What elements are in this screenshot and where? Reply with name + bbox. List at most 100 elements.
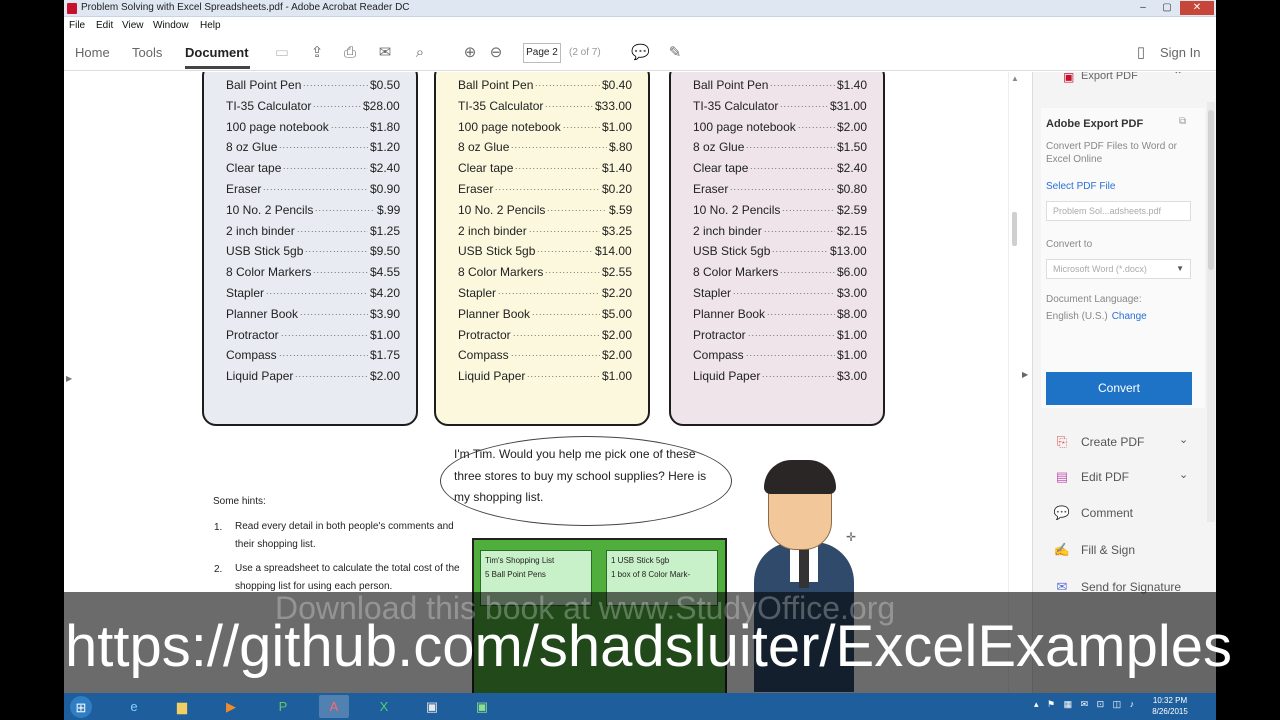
- leader-dots: ........................................…: [535, 78, 600, 88]
- page-down-icon[interactable]: ⊖: [487, 44, 505, 62]
- tab-tools[interactable]: Tools: [132, 45, 162, 60]
- item-name: Stapler: [693, 286, 732, 300]
- leader-dots: ........................................…: [750, 161, 835, 172]
- tool-fill-sign[interactable]: ✍ Fill & Sign: [1053, 540, 1193, 562]
- item-price: $0.50: [370, 78, 401, 92]
- windows-taskbar: ⊞ e ▆ ▶ P A X ▣ ▣ ▴ ⚑ ▦ ✉ ⊡ ◫ ♪ 10:32 PM…: [64, 693, 1216, 720]
- clock[interactable]: 10:32 PM 8/26/2015: [1150, 695, 1190, 717]
- page-number-input[interactable]: Page 2: [523, 43, 561, 63]
- item-price: $1.00: [370, 327, 401, 342]
- item-price: $1.40: [602, 161, 633, 176]
- close-button[interactable]: ✕: [1180, 1, 1214, 15]
- tool-edit-pdf[interactable]: ▤ Edit PDF ⌄: [1053, 467, 1193, 489]
- item-name: Protractor: [458, 327, 511, 342]
- item-name: 10 No. 2 Pencils: [458, 202, 546, 217]
- price-list-item: Liquid Paper............................…: [226, 369, 400, 385]
- item-price: $1.00: [602, 369, 633, 384]
- project-icon[interactable]: P: [268, 695, 298, 718]
- convert-to-dropdown[interactable]: Microsoft Word (*.docx) ▼: [1046, 259, 1191, 279]
- internet-explorer-icon[interactable]: e: [119, 695, 149, 718]
- menu-help[interactable]: Help: [200, 20, 221, 31]
- tool-comment[interactable]: 💬 Comment: [1053, 503, 1193, 525]
- selected-file-field[interactable]: Problem Sol...adsheets.pdf: [1046, 201, 1191, 221]
- select-pdf-link[interactable]: Select PDF File: [1046, 181, 1115, 192]
- item-price: $2.40: [837, 161, 868, 176]
- item-name: 2 inch binder: [458, 223, 527, 238]
- app-icon-2[interactable]: ▣: [467, 695, 497, 718]
- pane-scrollbar-thumb[interactable]: [1208, 110, 1214, 270]
- tool-label: Comment: [1081, 506, 1134, 520]
- chevron-down-icon[interactable]: ⌄: [1179, 468, 1188, 481]
- item-price: $2.00: [602, 348, 633, 363]
- leader-dots: ........................................…: [279, 348, 368, 359]
- leader-dots: ........................................…: [511, 140, 607, 151]
- price-list-item: Clear tape..............................…: [458, 161, 632, 177]
- maximize-button[interactable]: ▢: [1156, 1, 1178, 15]
- leader-dots: ........................................…: [730, 182, 835, 192]
- price-list-item: Stapler.................................…: [458, 286, 632, 302]
- menu-window[interactable]: Window: [153, 20, 189, 31]
- start-button[interactable]: ⊞: [70, 696, 92, 718]
- price-list-item: USB Stick 5gb...........................…: [693, 244, 867, 260]
- item-price: $.80: [609, 140, 633, 155]
- chevron-down-icon[interactable]: ⌄: [1179, 433, 1188, 446]
- page-up-icon[interactable]: ⊕: [461, 44, 479, 62]
- leader-dots: ........................................…: [515, 161, 600, 172]
- file-explorer-icon[interactable]: ▆: [167, 695, 197, 718]
- item-name: Protractor: [226, 327, 279, 342]
- language-value: English (U.S.): [1046, 311, 1108, 322]
- item-name: 8 oz Glue: [226, 140, 278, 155]
- tab-home[interactable]: Home: [75, 45, 110, 60]
- excel-icon[interactable]: X: [369, 695, 399, 718]
- leader-dots: ........................................…: [746, 140, 835, 151]
- menu-bar: File Edit View Window Help: [64, 17, 1216, 35]
- item-price: $6.00: [837, 265, 868, 280]
- minimize-button[interactable]: –: [1132, 1, 1154, 15]
- media-player-icon[interactable]: ▶: [216, 695, 246, 718]
- price-list-item: Stapler.................................…: [693, 286, 867, 302]
- menu-view[interactable]: View: [122, 20, 144, 31]
- menu-edit[interactable]: Edit: [96, 20, 113, 31]
- mail-icon[interactable]: ✉: [376, 44, 394, 62]
- left-panel-toggle-icon[interactable]: ▶: [66, 374, 72, 383]
- acrobat-icon[interactable]: A: [319, 695, 349, 718]
- scrollbar-thumb[interactable]: [1012, 212, 1017, 246]
- language-label: Document Language:: [1046, 294, 1142, 305]
- price-list-item: Eraser..................................…: [226, 182, 400, 198]
- item-name: 2 inch binder: [226, 223, 295, 238]
- change-language-link[interactable]: Change: [1112, 311, 1147, 322]
- comment-icon[interactable]: 💬: [631, 44, 650, 62]
- system-tray-icons[interactable]: ▴ ⚑ ▦ ✉ ⊡ ◫ ♪: [1034, 699, 1137, 710]
- item-price: $2.20: [602, 286, 633, 300]
- tool-label: Fill & Sign: [1081, 543, 1136, 557]
- convert-button[interactable]: Convert: [1046, 372, 1192, 405]
- sign-in-link[interactable]: Sign In: [1160, 45, 1200, 60]
- chevron-up-icon[interactable]: ⌃: [1173, 72, 1183, 82]
- leader-dots: ........................................…: [331, 119, 368, 130]
- item-price: $.59: [609, 202, 633, 217]
- save-icon[interactable]: ▭: [273, 44, 291, 62]
- export-pdf-header[interactable]: Export PDF: [1081, 72, 1138, 82]
- pen-icon[interactable]: ✎: [666, 44, 684, 62]
- scroll-up-icon[interactable]: ▲: [1011, 74, 1019, 83]
- leader-dots: ........................................…: [511, 348, 600, 359]
- upload-icon[interactable]: ⇪: [308, 44, 326, 62]
- collapse-pane-icon[interactable]: ▶: [1022, 370, 1032, 379]
- leader-dots: ........................................…: [532, 306, 600, 317]
- search-icon[interactable]: ⌕: [411, 44, 429, 62]
- app-icon[interactable]: ▣: [417, 695, 447, 718]
- leader-dots: ........................................…: [297, 223, 368, 234]
- pane-scrollbar[interactable]: [1207, 102, 1215, 522]
- chevron-down-icon: ▼: [1176, 264, 1184, 273]
- page-count: (2 of 7): [569, 47, 601, 58]
- tab-document[interactable]: Document: [185, 45, 249, 60]
- item-price: $0.80: [837, 182, 868, 196]
- copy-icon[interactable]: ⧉: [1179, 116, 1186, 127]
- leader-dots: ........................................…: [263, 182, 368, 192]
- tool-create-pdf[interactable]: ⎘ Create PDF ⌄: [1053, 432, 1193, 454]
- print-icon[interactable]: ⎙: [341, 44, 359, 62]
- price-list-item: TI-35 Calculator........................…: [693, 99, 867, 115]
- leader-dots: ........................................…: [547, 202, 607, 213]
- mobile-icon[interactable]: ▯: [1132, 44, 1150, 62]
- menu-file[interactable]: File: [69, 20, 85, 31]
